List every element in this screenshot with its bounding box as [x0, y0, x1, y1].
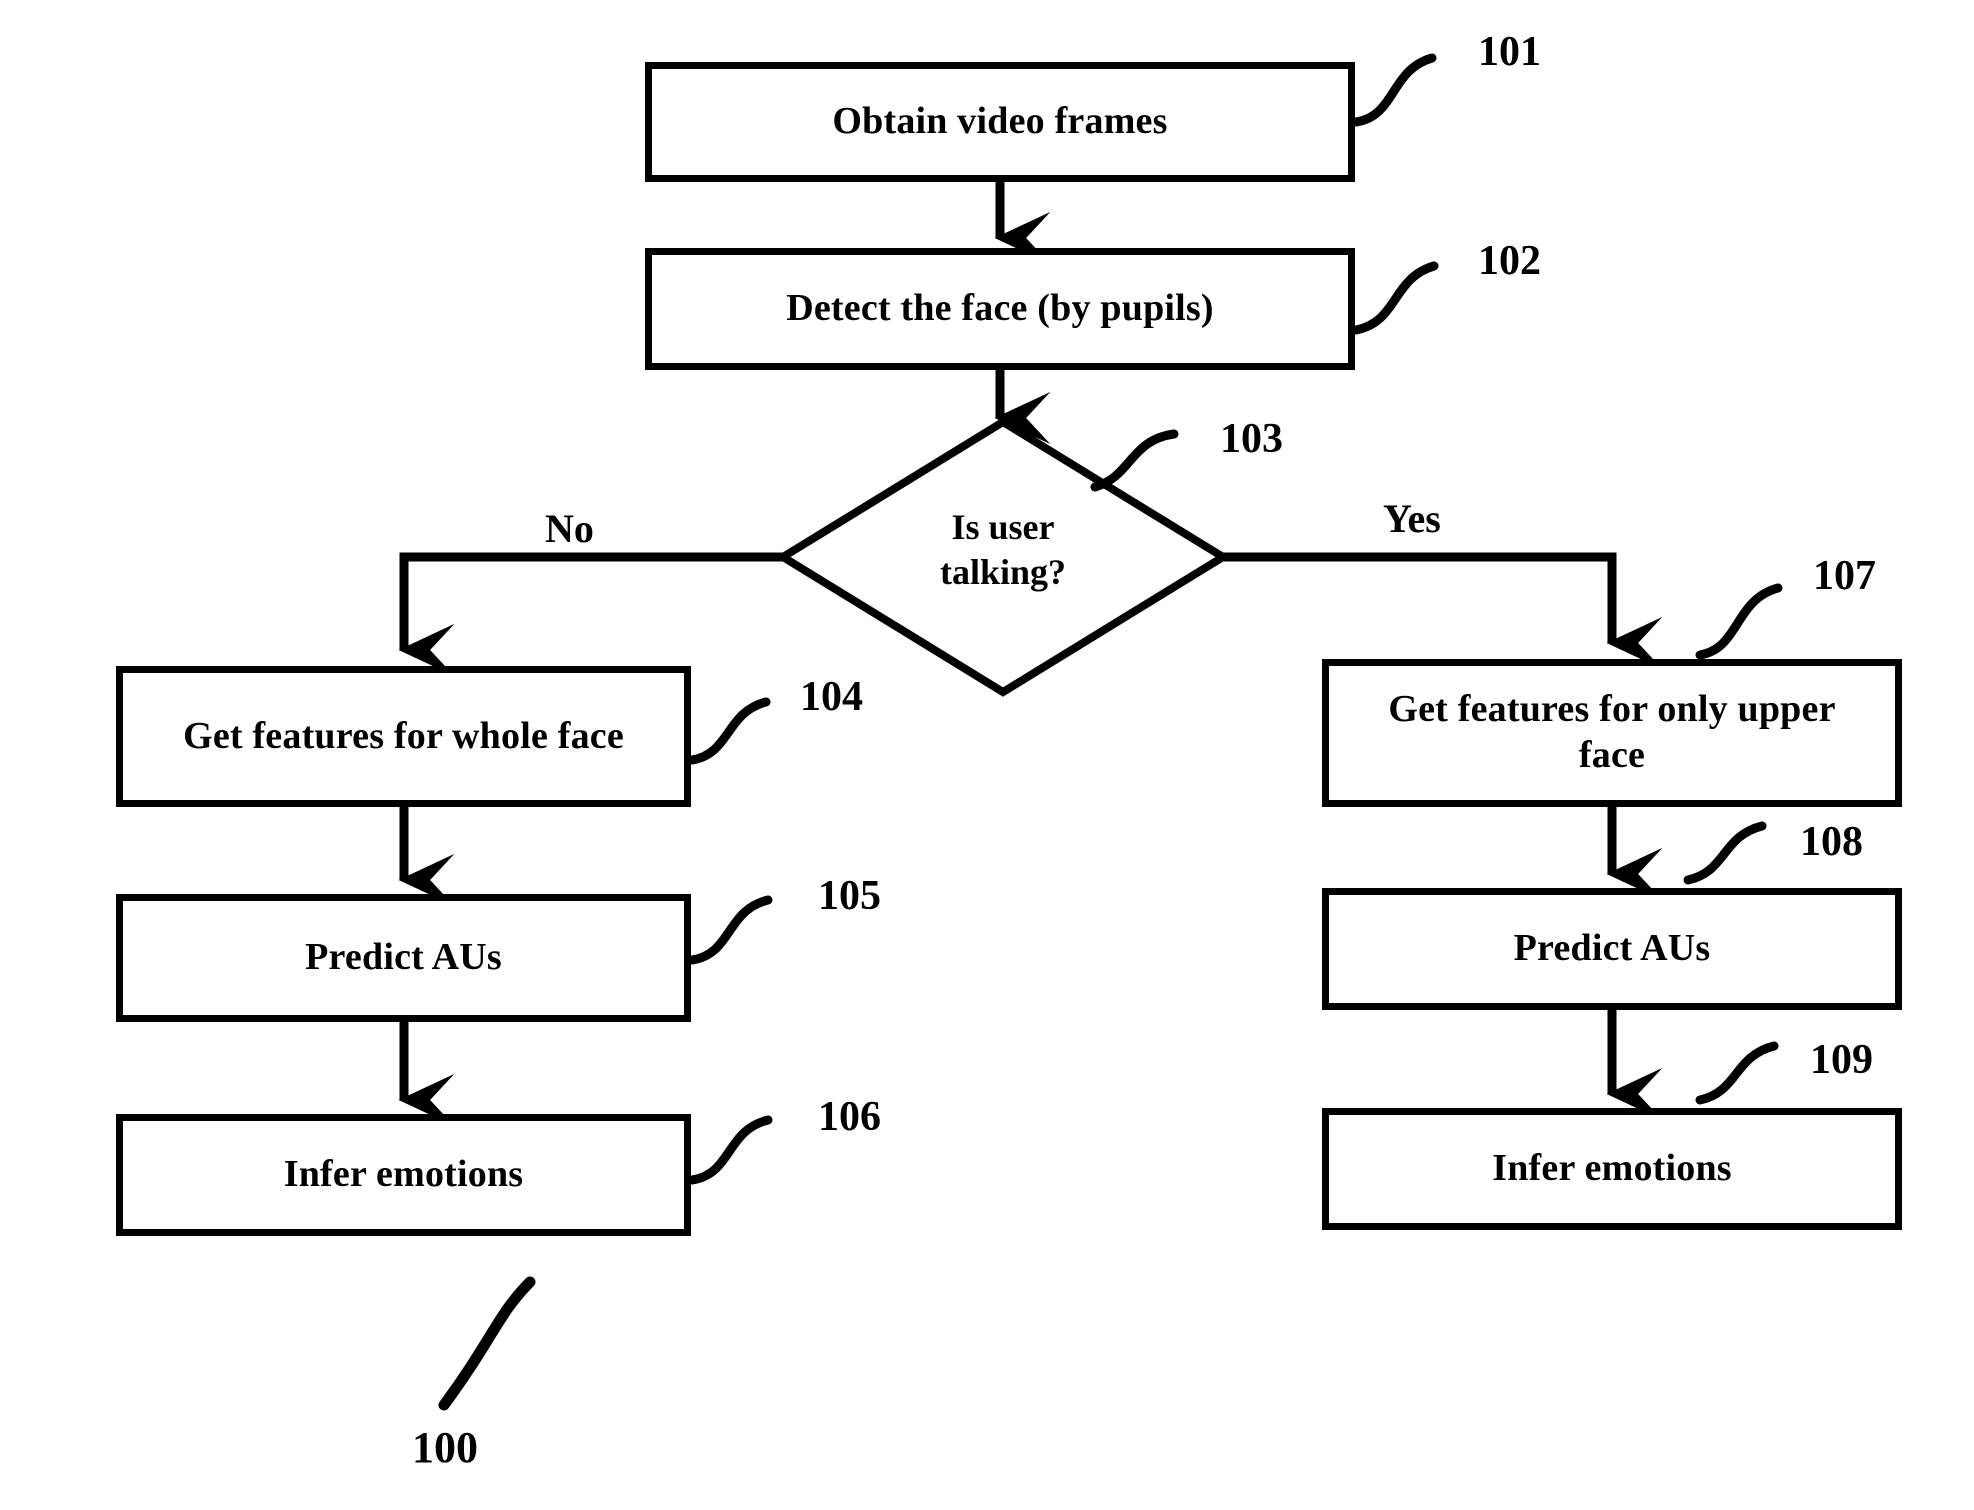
reference-label-101: 101 — [1478, 29, 1541, 75]
leader-105 — [687, 895, 773, 965]
flowchart-canvas: Obtain video frames Detect the face (by … — [0, 0, 1974, 1510]
node-predict-aus-right[interactable]: Predict AUs — [1322, 888, 1902, 1010]
reference-label-107: 107 — [1813, 553, 1876, 599]
leader-104 — [687, 697, 771, 765]
node-detect-the-face[interactable]: Detect the face (by pupils) — [645, 248, 1355, 370]
reference-label-106: 106 — [818, 1094, 881, 1140]
reference-label-100: 100 — [412, 1423, 478, 1472]
edge-yes-branch — [1223, 552, 1663, 670]
edge-label-yes: Yes — [1383, 496, 1441, 541]
node-infer-emotions-left[interactable]: Infer emotions — [116, 1114, 691, 1236]
node-get-features-upper-face[interactable]: Get features for only upper face — [1322, 659, 1902, 807]
node-infer-emotions-right[interactable]: Infer emotions — [1322, 1108, 1902, 1230]
node-predict-aus-left[interactable]: Predict AUs — [116, 894, 691, 1022]
leader-100 — [438, 1276, 536, 1411]
node-label: Detect the face (by pupils) — [786, 287, 1214, 330]
leader-108 — [1683, 821, 1767, 885]
node-is-user-talking-label: Is user talking? — [939, 507, 1067, 592]
reference-label-109: 109 — [1810, 1037, 1873, 1083]
node-label: Infer emotions — [283, 1153, 524, 1196]
leader-103 — [1090, 429, 1179, 492]
reference-label-104: 104 — [800, 674, 863, 720]
leader-109 — [1695, 1041, 1779, 1105]
node-label: Obtain video frames — [832, 100, 1168, 143]
edge-no-branch — [398, 552, 783, 677]
node-label: Predict AUs — [1513, 927, 1711, 970]
node-label: Get features for only upper face — [1388, 688, 1836, 776]
node-get-features-whole-face[interactable]: Get features for whole face — [116, 666, 691, 807]
node-label: Infer emotions — [1492, 1147, 1732, 1190]
node-label: Get features for whole face — [183, 714, 624, 757]
node-obtain-video-frames[interactable]: Obtain video frames — [645, 62, 1355, 182]
leader-106 — [687, 1115, 773, 1185]
reference-label-103: 103 — [1220, 416, 1283, 462]
node-label: Predict AUs — [305, 936, 502, 979]
reference-label-102: 102 — [1478, 238, 1541, 284]
leader-102 — [1351, 261, 1439, 335]
leader-107 — [1695, 583, 1783, 660]
edge-label-no: No — [545, 506, 594, 551]
leader-101 — [1351, 53, 1437, 127]
reference-label-105: 105 — [818, 873, 881, 919]
reference-label-108: 108 — [1800, 819, 1863, 865]
